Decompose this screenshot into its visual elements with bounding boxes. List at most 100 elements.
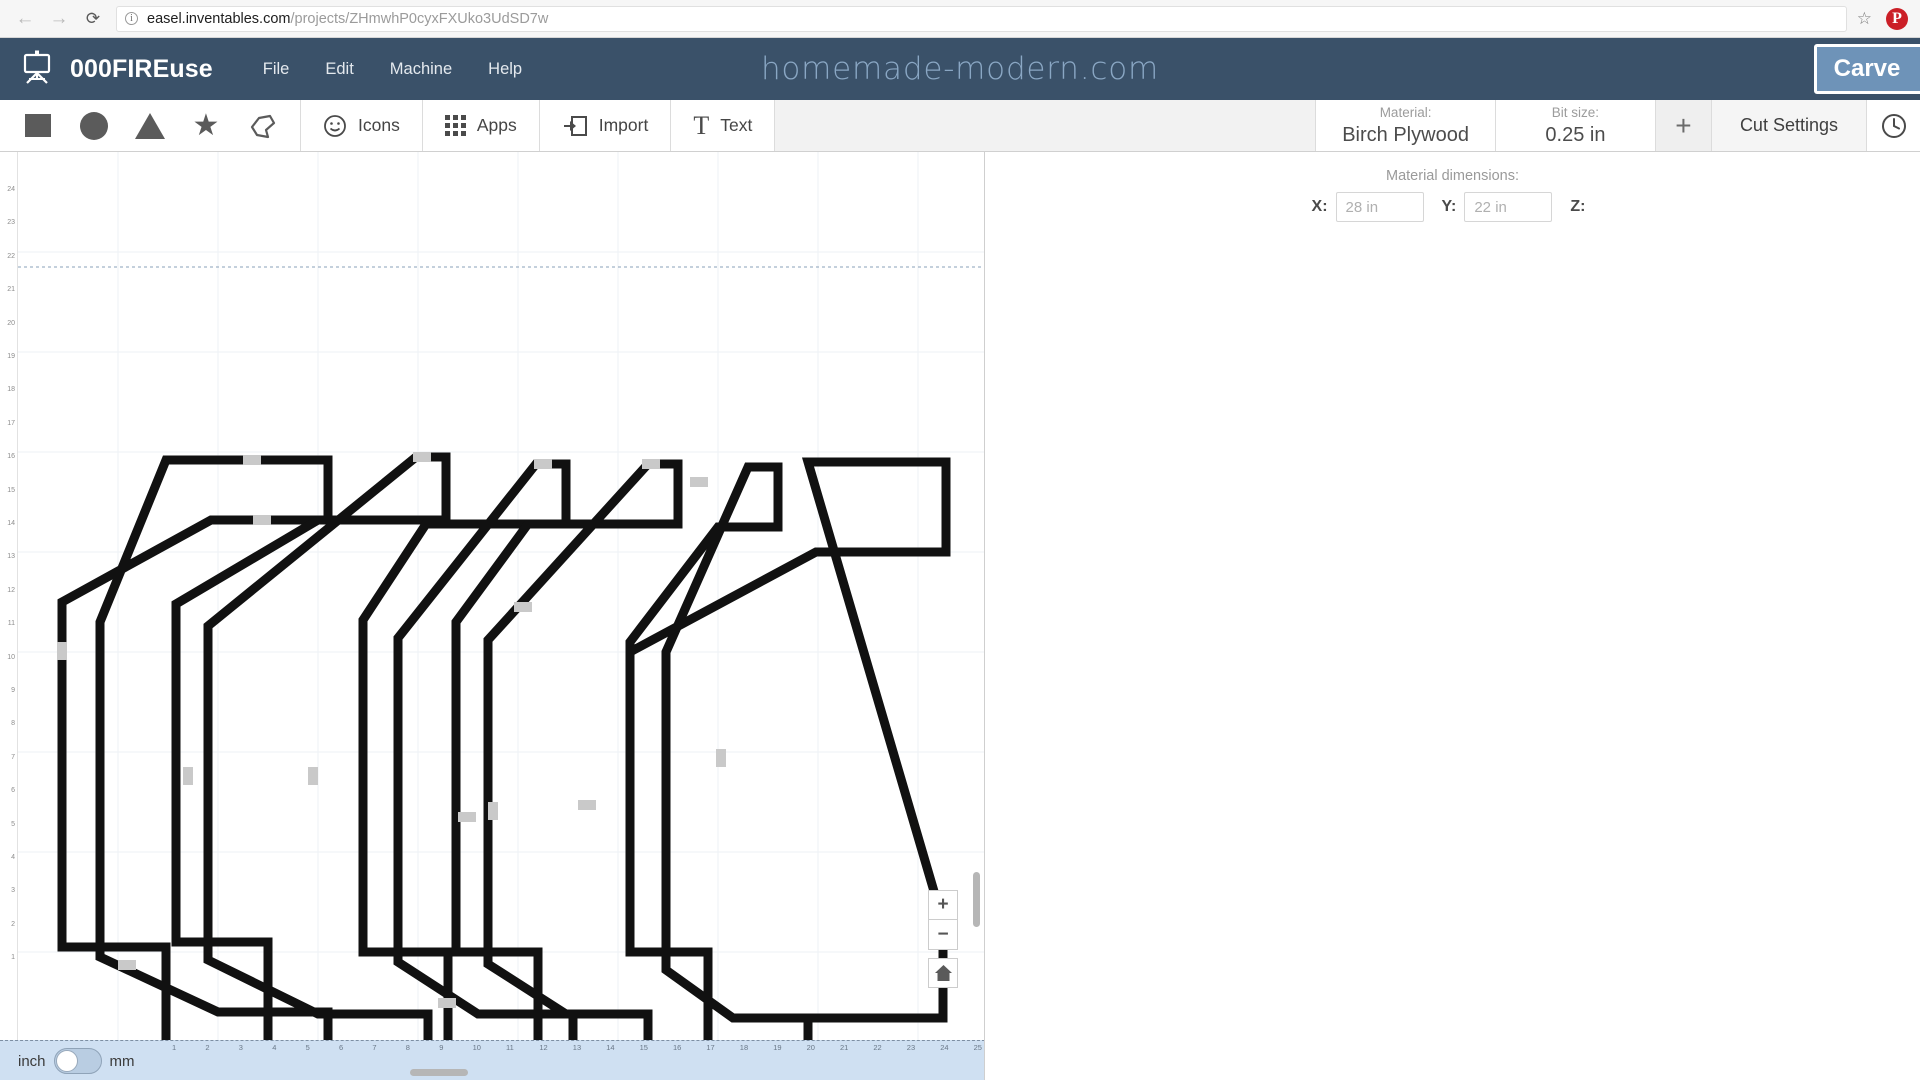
ruler-tick-y: 17 xyxy=(7,419,15,427)
home-icon xyxy=(934,965,952,981)
ruler-tick-y: 13 xyxy=(7,553,15,561)
ruler-tick-x: 16 xyxy=(673,1043,682,1052)
ruler-tick-y: 15 xyxy=(7,486,15,494)
ruler-tick-x: 4 xyxy=(272,1043,277,1052)
ruler-tick-x: 2 xyxy=(205,1043,210,1052)
ruler-tick-y: 19 xyxy=(7,353,15,360)
unit-inch-label: inch xyxy=(18,1052,46,1070)
ruler-tick-y: 18 xyxy=(7,386,15,394)
zoom-in-button[interactable]: + xyxy=(928,890,958,920)
ruler-tick-x: 14 xyxy=(606,1043,615,1052)
cut-settings-button[interactable]: Cut Settings xyxy=(1710,100,1866,151)
ruler-tick-x: 3 xyxy=(238,1043,243,1052)
ruler-tick-x: 25 xyxy=(973,1043,982,1052)
grid-icon xyxy=(444,115,466,136)
triangle-shape-icon[interactable] xyxy=(122,100,178,152)
carve-button[interactable]: Carve xyxy=(1814,44,1920,94)
import-label: Import xyxy=(598,115,649,135)
zoom-home-button[interactable] xyxy=(928,958,958,988)
unit-mm-label: mm xyxy=(109,1052,135,1070)
back-icon[interactable]: ← xyxy=(8,2,42,36)
ruler-tick-y: 7 xyxy=(11,753,15,761)
app-toolbar: ★ Icons Apps Import T Text Material: Bir… xyxy=(0,100,1920,152)
material-dimensions: Material dimensions: X: 28 in Y: 22 in Z… xyxy=(985,168,1920,222)
unit-switch[interactable] xyxy=(53,1048,102,1074)
apps-tool[interactable]: Apps xyxy=(421,100,539,151)
ruler-tick-y: 23 xyxy=(7,219,15,227)
icons-label: Icons xyxy=(358,115,400,135)
bit-size-selector[interactable]: Bit size: 0.25 in xyxy=(1494,100,1655,151)
polygon-shape-icon[interactable] xyxy=(234,100,290,152)
icons-tool[interactable]: Icons xyxy=(300,100,422,151)
horizontal-ruler: inch mm 1 2 3 4 5 6 7 8 9 10 11 12 13 14 15 16 17 18 19 20 2… xyxy=(0,1040,984,1080)
dim-x-label: X: xyxy=(1311,198,1328,215)
ruler-tick-x: 6 xyxy=(339,1043,344,1052)
url-path: /projects/ZHmwhP0cyxFXUko3UdSD7w xyxy=(290,10,549,27)
easel-logo-icon[interactable] xyxy=(20,49,54,90)
ruler-tick-y: 5 xyxy=(11,820,15,828)
text-tool[interactable]: T Text xyxy=(670,100,774,151)
bookmark-star-icon[interactable]: ☆ xyxy=(1857,9,1872,29)
workspace: 24 23 22 21 20 19 18 17 16 15 14 13 12 11 10 9 8 7 6 5 4 3 2 1 xyxy=(0,152,1920,1080)
ruler-tick-y: 6 xyxy=(11,787,15,795)
ruler-tick-y: 22 xyxy=(7,252,15,260)
material-dimensions-title: Material dimensions: xyxy=(1386,168,1519,184)
menu-edit[interactable]: Edit xyxy=(307,60,371,79)
app-header: 000FIREuse File Edit Machine Help homema… xyxy=(0,38,1920,100)
ruler-tick-x: 9 xyxy=(439,1043,444,1052)
square-shape-icon[interactable] xyxy=(10,100,66,152)
url-host: easel.inventables.com xyxy=(147,10,291,27)
history-clock-icon[interactable] xyxy=(1866,100,1920,151)
design-canvas[interactable] xyxy=(18,152,984,1040)
ruler-tick-y: 3 xyxy=(11,887,15,895)
add-bit-button[interactable]: + xyxy=(1654,100,1711,151)
material-value: Birch Plywood xyxy=(1342,123,1469,146)
ruler-tick-x: 22 xyxy=(873,1043,882,1052)
preview-pane[interactable]: Material dimensions: X: 28 in Y: 22 in Z… xyxy=(985,152,1920,1080)
star-shape-icon[interactable]: ★ xyxy=(178,100,234,152)
dim-y-label: Y: xyxy=(1441,198,1457,215)
pinterest-extension-icon[interactable]: P xyxy=(1886,7,1908,30)
ruler-tick-x: 11 xyxy=(506,1043,514,1052)
ruler-tick-x: 8 xyxy=(405,1043,410,1052)
unit-switch-knob xyxy=(55,1050,78,1072)
ruler-tick-x: 12 xyxy=(539,1043,548,1052)
canvas-scrollbar-horizontal[interactable] xyxy=(410,1069,468,1076)
ruler-tick-x: 24 xyxy=(940,1043,949,1052)
vertical-ruler: 24 23 22 21 20 19 18 17 16 15 14 13 12 11 10 9 8 7 6 5 4 3 2 1 xyxy=(0,152,18,1040)
ruler-tick-x: 5 xyxy=(305,1043,310,1052)
import-tool[interactable]: Import xyxy=(538,100,671,151)
dim-x-input[interactable]: 28 in xyxy=(1335,192,1424,222)
forward-icon[interactable]: → xyxy=(42,2,76,36)
canvas-scrollbar-vertical[interactable] xyxy=(973,872,980,927)
ruler-tick-y: 20 xyxy=(7,319,15,327)
site-info-icon[interactable]: i xyxy=(125,12,138,25)
ruler-tick-y: 2 xyxy=(11,920,15,928)
ruler-tick-x: 18 xyxy=(739,1043,749,1052)
star-glyph: ★ xyxy=(192,108,220,142)
zoom-controls: + − xyxy=(928,890,958,988)
ruler-tick-x: 15 xyxy=(639,1043,648,1052)
unit-toggle[interactable]: inch mm xyxy=(18,1048,135,1074)
ruler-tick-y: 1 xyxy=(11,954,15,962)
smiley-icon xyxy=(324,114,346,137)
dim-y-input[interactable]: 22 in xyxy=(1464,192,1553,222)
page-title[interactable]: 000FIREuse xyxy=(70,55,213,84)
address-bar[interactable]: i easel.inventables.com/projects/ZHmwhP0… xyxy=(116,5,1847,32)
zoom-out-button[interactable]: − xyxy=(928,920,958,950)
design-canvas-pane[interactable]: 24 23 22 21 20 19 18 17 16 15 14 13 12 11 10 9 8 7 6 5 4 3 2 1 xyxy=(0,152,985,1080)
ruler-tick-y: 12 xyxy=(7,586,15,594)
menu-file[interactable]: File xyxy=(245,60,308,79)
menu-machine[interactable]: Machine xyxy=(372,60,470,79)
ruler-tick-y: 14 xyxy=(7,520,15,527)
material-selector[interactable]: Material: Birch Plywood xyxy=(1315,100,1495,151)
ruler-tick-y: 21 xyxy=(7,286,15,294)
circle-shape-icon[interactable] xyxy=(66,100,122,152)
menu-help[interactable]: Help xyxy=(470,60,540,79)
ruler-tick-x: 10 xyxy=(472,1043,481,1052)
reload-icon[interactable]: ⟳ xyxy=(76,2,110,36)
text-label: Text xyxy=(720,115,753,135)
brand-text: homemade-modern.com xyxy=(760,51,1160,87)
ruler-tick-x: 23 xyxy=(906,1043,916,1052)
ruler-tick-x: 17 xyxy=(706,1043,715,1052)
